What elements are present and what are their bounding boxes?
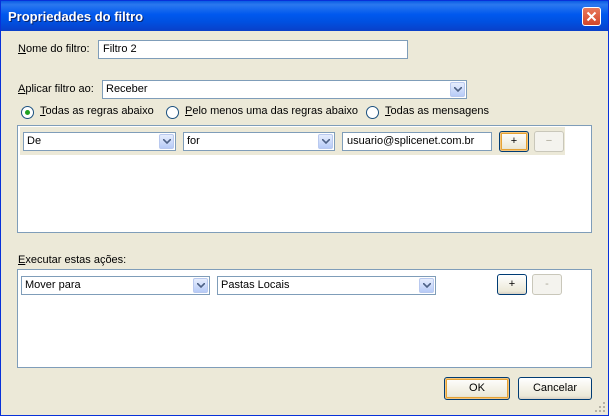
rule-field-value: De [27, 135, 42, 147]
radio-all-rules-label[interactable]: Todas as regras abaixo [40, 105, 154, 117]
rules-list[interactable]: De for usuario@splicenet.com.br + − [17, 125, 592, 233]
window-title: Propriedades do filtro [8, 9, 144, 24]
actions-label: Executar estas ações: [18, 254, 127, 266]
apply-filter-value: Receber [106, 83, 148, 95]
resize-grip-icon[interactable] [594, 401, 606, 413]
close-button[interactable] [582, 7, 601, 26]
radio-all-messages-label[interactable]: Todas as mensagens [385, 105, 489, 117]
action-target-select[interactable]: Pastas Locais [217, 276, 436, 295]
add-action-button[interactable]: + [497, 274, 527, 295]
remove-action-button[interactable]: - [532, 274, 562, 295]
radio-all-rules[interactable] [21, 106, 34, 119]
rule-field-select[interactable]: De [23, 132, 176, 151]
ok-button[interactable]: OK [444, 377, 510, 400]
title-bar[interactable]: Propriedades do filtro [1, 1, 608, 31]
rule-operator-value: for [187, 135, 200, 147]
filter-name-input[interactable]: Filtro 2 [98, 40, 408, 59]
radio-all-messages[interactable] [366, 106, 379, 119]
actions-list[interactable]: Mover para Pastas Locais + - [17, 269, 592, 368]
dropdown-arrow-icon[interactable] [318, 134, 333, 149]
remove-rule-button[interactable]: − [534, 131, 564, 152]
apply-filter-select[interactable]: Receber [102, 80, 467, 99]
radio-any-rule-label[interactable]: Pelo menos uma das regras abaixo [185, 105, 358, 117]
add-rule-button[interactable]: + [499, 131, 529, 152]
dropdown-arrow-icon[interactable] [159, 134, 174, 149]
filter-properties-dialog: Propriedades do filtro Nome do filtro: F… [0, 0, 609, 416]
action-type-value: Mover para [25, 279, 81, 291]
rule-operator-select[interactable]: for [183, 132, 335, 151]
cancel-button[interactable]: Cancelar [518, 377, 592, 400]
rule-row: De for usuario@splicenet.com.br + − [20, 127, 565, 155]
filter-name-label: Nome do filtro: [18, 43, 90, 55]
dropdown-arrow-icon[interactable] [419, 278, 434, 293]
radio-any-rule[interactable] [166, 106, 179, 119]
dropdown-arrow-icon[interactable] [193, 278, 208, 293]
action-target-value: Pastas Locais [221, 279, 290, 291]
dropdown-arrow-icon[interactable] [450, 82, 465, 97]
rule-value-input[interactable]: usuario@splicenet.com.br [342, 132, 492, 151]
close-icon [586, 11, 597, 22]
apply-filter-label: Aplicar filtro ao: [18, 83, 94, 95]
action-type-select[interactable]: Mover para [21, 276, 210, 295]
